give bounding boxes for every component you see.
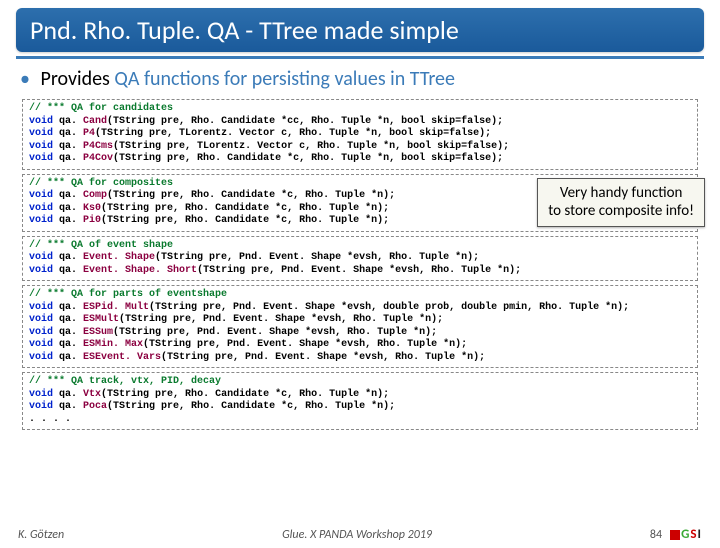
code-line: void qa. P4Cms(TString pre, TLorentz. Ve… xyxy=(29,141,691,154)
code-line: void qa. P4(TString pre, TLorentz. Vecto… xyxy=(29,128,691,141)
code-line: void qa. Cand(TString pre, Rho. Candidat… xyxy=(29,116,691,129)
code-line: void qa. ESSum(TString pre, Pnd. Event. … xyxy=(29,327,691,340)
slide-title: Pnd. Rho. Tuple. QA - TTree made simple xyxy=(30,14,690,46)
code-block: // *** QA of event shapevoid qa. Event. … xyxy=(22,236,698,282)
code-line: void qa. Event. Shape. Short(TString pre… xyxy=(29,265,691,278)
callout-box: Very handy functionto store composite in… xyxy=(537,178,705,228)
code-line: void qa. Event. Shape(TString pre, Pnd. … xyxy=(29,252,691,265)
logo-square-icon xyxy=(670,530,680,540)
code-line: void qa. ESPid. Mult(TString pre, Pnd. E… xyxy=(29,302,691,315)
code-line: void qa. Poca(TString pre, Rho. Candidat… xyxy=(29,401,691,414)
bullet-marker: • xyxy=(20,67,30,91)
code-block: // *** QA for compositesvoid qa. Comp(TS… xyxy=(22,174,698,232)
title-underline xyxy=(16,56,704,59)
bullet-rest: QA functions for persisting values in TT… xyxy=(114,67,455,91)
code-line: . . . . xyxy=(29,414,691,427)
code-block: // *** QA for candidatesvoid qa. Cand(TS… xyxy=(22,99,698,170)
code-line: void qa. ESMult(TString pre, Pnd. Event.… xyxy=(29,314,691,327)
footer-author: K. Götzen xyxy=(18,528,64,542)
code-comment: // *** QA track, vtx, PID, decay xyxy=(29,376,691,389)
bullet-lead: Provides xyxy=(41,67,110,91)
code-comment: // *** QA for parts of eventshape xyxy=(29,289,691,302)
code-line: void qa. Vtx(TString pre, Rho. Candidate… xyxy=(29,389,691,402)
bullet-line: • Provides QA functions for persisting v… xyxy=(20,67,700,91)
page-number: 84 xyxy=(650,528,662,542)
code-comment: // *** QA for candidates xyxy=(29,103,691,116)
slide-title-bar: Pnd. Rho. Tuple. QA - TTree made simple xyxy=(16,8,704,52)
code-block: // *** QA track, vtx, PID, decayvoid qa.… xyxy=(22,372,698,430)
code-line: void qa. ESEvent. Vars(TString pre, Pnd.… xyxy=(29,352,691,365)
code-blocks: // *** QA for candidatesvoid qa. Cand(TS… xyxy=(0,99,720,430)
code-comment: // *** QA of event shape xyxy=(29,240,691,253)
footer-center: Glue. X PANDA Workshop 2019 xyxy=(282,528,432,542)
code-line: void qa. P4Cov(TString pre, Rho. Candida… xyxy=(29,153,691,166)
code-line: void qa. ESMin. Max(TString pre, Pnd. Ev… xyxy=(29,339,691,352)
code-block: // *** QA for parts of eventshapevoid qa… xyxy=(22,285,698,368)
